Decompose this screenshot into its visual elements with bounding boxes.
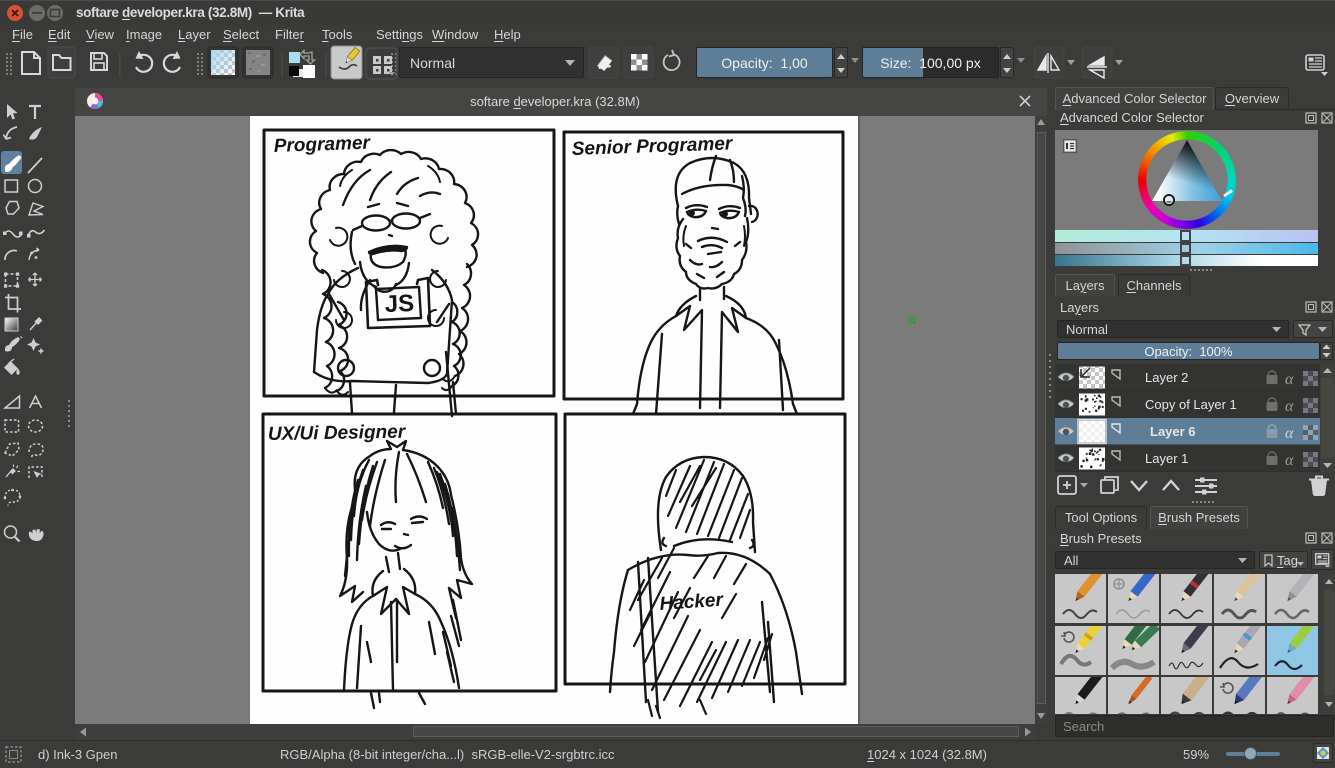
svg-text:α: α bbox=[1285, 425, 1294, 442]
svg-text:Layer 1: Layer 1 bbox=[1145, 451, 1188, 466]
svg-text:α: α bbox=[1285, 452, 1294, 469]
svg-text:α: α bbox=[1285, 398, 1294, 415]
svg-text:Programer: Programer bbox=[273, 133, 371, 157]
svg-text:JS: JS bbox=[384, 290, 414, 318]
svg-text:UX/Ui Designer: UX/Ui Designer bbox=[268, 422, 407, 445]
svg-text:Layer 2: Layer 2 bbox=[1145, 370, 1188, 385]
svg-text:α: α bbox=[1285, 371, 1294, 388]
svg-text:Copy of Layer 1: Copy of Layer 1 bbox=[1145, 397, 1237, 412]
svg-text:Layer 6: Layer 6 bbox=[1150, 424, 1196, 439]
